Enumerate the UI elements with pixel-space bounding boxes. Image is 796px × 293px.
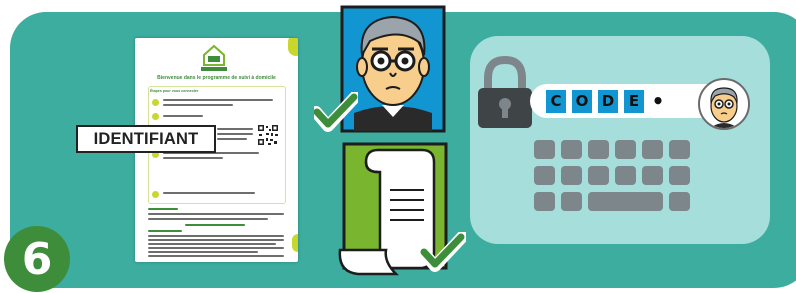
logo-banner	[201, 67, 227, 71]
text-line	[148, 255, 284, 257]
section-heading-line	[148, 208, 178, 210]
doc-corner-accent	[292, 234, 298, 252]
text-line	[148, 251, 258, 253]
instruction-illustration: Bienvenue dans le programme de suivi à d…	[0, 0, 796, 293]
step-number-badge: 6	[4, 226, 70, 292]
checkmark-icon	[314, 92, 358, 132]
text-line	[217, 133, 253, 135]
link-line	[185, 224, 245, 226]
text-line	[148, 247, 284, 249]
text-line	[163, 157, 223, 159]
code-character: •	[651, 89, 665, 113]
checkmark-icon	[420, 232, 466, 272]
keyboard-key	[642, 166, 663, 185]
keyboard-key	[534, 166, 555, 185]
text-line	[163, 99, 273, 101]
text-line	[163, 104, 233, 106]
text-line	[148, 218, 268, 220]
keyboard-key	[534, 192, 555, 211]
keyboard-key	[669, 166, 690, 185]
keyboard-key	[615, 140, 636, 159]
doc-corner-accent	[288, 38, 298, 56]
text-line	[148, 239, 284, 241]
keyboard-key	[561, 140, 582, 159]
code-character: E	[624, 90, 644, 113]
text-line	[217, 128, 253, 130]
keyboard-icon	[530, 138, 690, 216]
keyboard-key	[642, 140, 663, 159]
padlock-icon	[478, 56, 532, 128]
qr-code-icon	[257, 124, 279, 146]
keyboard-key	[561, 192, 582, 211]
step-dot	[152, 191, 159, 198]
keyboard-spacebar	[588, 192, 663, 211]
code-character: C	[546, 90, 566, 113]
step-dot	[152, 99, 159, 106]
text-line	[148, 243, 276, 245]
keyboard-key	[534, 140, 555, 159]
user-avatar-icon	[698, 78, 750, 130]
step-dot	[152, 113, 159, 120]
text-line	[163, 192, 255, 194]
keyboard-key	[588, 140, 609, 159]
identifier-label: IDENTIFIANT	[76, 125, 216, 153]
code-character: O	[572, 90, 592, 113]
keyboard-key	[588, 166, 609, 185]
text-line	[217, 138, 247, 140]
keyboard-key	[561, 166, 582, 185]
document-title: Bienvenue dans le programme de suivi à d…	[157, 75, 276, 81]
text-line	[148, 213, 284, 215]
steps-box-heading: Étapes pour vous connecter	[150, 89, 199, 93]
section-heading-line	[148, 230, 182, 232]
keyboard-key	[669, 192, 690, 211]
house-logo-icon	[203, 44, 225, 66]
text-line	[163, 115, 203, 117]
keyboard-key	[615, 166, 636, 185]
text-line	[148, 235, 284, 237]
keyboard-key	[669, 140, 690, 159]
code-character: D	[598, 90, 618, 113]
